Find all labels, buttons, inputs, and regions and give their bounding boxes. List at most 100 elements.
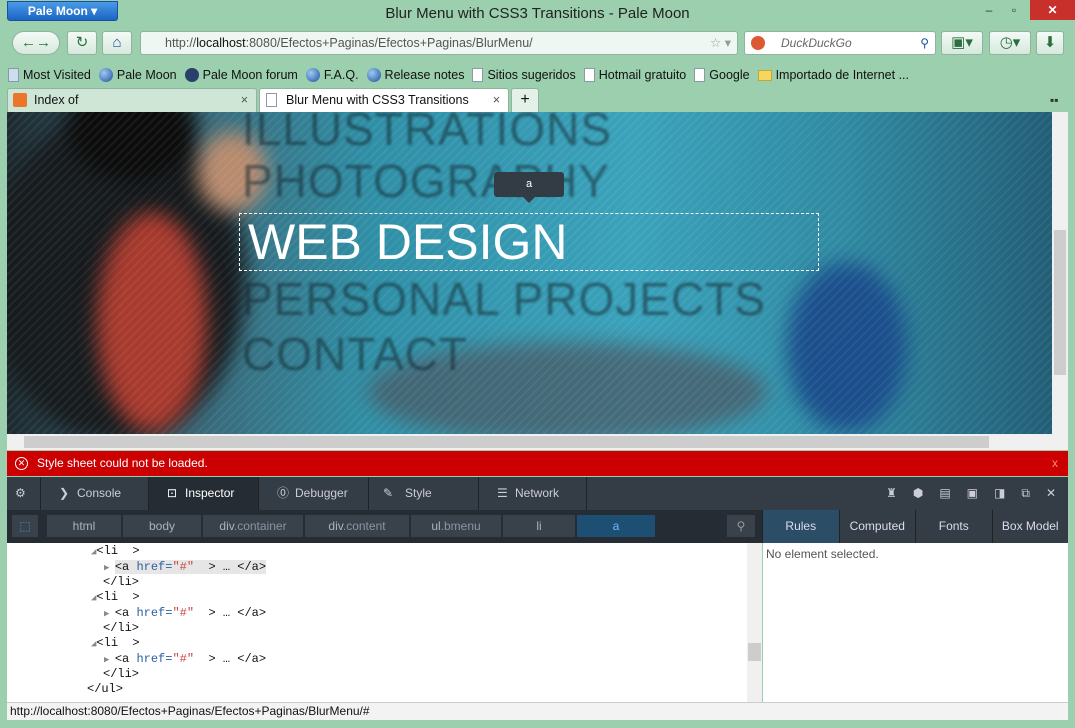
globe-icon: [98, 68, 113, 82]
bookmark-google[interactable]: Google: [694, 68, 750, 82]
console-icon: ❯: [59, 486, 70, 500]
folder-icon: [757, 69, 772, 81]
scrollbar-thumb[interactable]: [24, 436, 989, 448]
search-icon: [8, 68, 19, 82]
history-button[interactable]: ◷▾: [989, 31, 1031, 55]
close-devtools-icon[interactable]: ✕: [1046, 477, 1056, 510]
scratchpad-icon[interactable]: ▤: [939, 477, 950, 510]
devtools-toolbar: ⚙ ❯Console ⊡Inspector ⓪Debugger ✎Style E…: [7, 477, 1068, 533]
reload-button[interactable]: ↻: [67, 31, 97, 55]
pick-element-icon[interactable]: ⬚: [12, 515, 38, 537]
breadcrumb-li[interactable]: li: [503, 515, 575, 537]
bookmark-faq[interactable]: F.A.Q.: [305, 68, 359, 82]
markup-node-a-selected[interactable]: ▶ <a href="#" > … </a>: [104, 560, 267, 575]
page-icon: [472, 68, 484, 82]
bookmark-pale-moon[interactable]: Pale Moon: [98, 68, 177, 82]
inspector-tooltip: a: [494, 172, 564, 203]
close-notification-button[interactable]: x: [1052, 451, 1058, 476]
network-icon: ☰: [497, 486, 508, 500]
markup-node-close: </li>: [103, 667, 140, 681]
debugger-icon: ⓪: [277, 486, 290, 500]
menu-item-illustrations[interactable]: ILLUSTRATIONS: [242, 112, 612, 156]
page-icon: [694, 68, 706, 82]
error-notification: ✕ Style sheet could not be loaded. x: [7, 451, 1068, 476]
url-bar[interactable]: http://localhost:8080/Efectos+Paginas/Ef…: [140, 31, 738, 55]
back-forward-button[interactable]: ←→: [12, 31, 60, 55]
menu-item-personal-projects[interactable]: PERSONAL PROJECTS: [242, 272, 766, 326]
tab-rules[interactable]: Rules: [762, 510, 839, 543]
globe-icon: [305, 68, 320, 82]
markup-node-ul-close: </ul>: [87, 682, 124, 696]
menu-item-web-design[interactable]: WEB DESIGN: [239, 213, 819, 271]
style-editor-icon: ✎: [383, 486, 394, 500]
tab-network[interactable]: ☰ Network: [479, 477, 587, 510]
tab-debugger[interactable]: ⓪ Debugger: [259, 477, 369, 510]
speed-dial-button[interactable]: ▣▾: [941, 31, 983, 55]
markup-node-li[interactable]: ◢<li >: [91, 636, 140, 651]
horizontal-scrollbar[interactable]: [7, 434, 1068, 450]
bookmark-hotmail[interactable]: Hotmail gratuito: [583, 68, 686, 82]
undock-icon[interactable]: ⧉: [1021, 477, 1030, 510]
markup-scrollbar[interactable]: [747, 543, 762, 702]
breadcrumb: ⬚ html body div.container div.content ul…: [7, 510, 762, 543]
close-tab-icon[interactable]: ×: [493, 89, 500, 111]
duckduckgo-icon: [751, 36, 765, 50]
tab-fonts[interactable]: Fonts: [915, 510, 992, 543]
markup-node-close: </li>: [103, 621, 140, 635]
forum-icon: [184, 68, 199, 82]
bookmark-most-visited[interactable]: Most Visited: [8, 68, 91, 82]
responsive-icon[interactable]: ▣: [967, 477, 978, 510]
3d-view-icon[interactable]: ⬢: [913, 477, 923, 510]
markup-view: ◢<li > ▶ <a href="#" > … </a> </li> ◢<li…: [7, 543, 747, 702]
search-input[interactable]: DuckDuckGo ⚲: [744, 31, 936, 55]
rules-panel: No element selected.: [763, 543, 1068, 702]
bookmark-star-icon[interactable]: ☆ ▾: [710, 32, 731, 54]
tab-inspector[interactable]: ⊡ Inspector: [149, 477, 259, 510]
markup-node-li[interactable]: ◢<li >: [91, 590, 140, 605]
maximize-button[interactable]: ▫: [1000, 0, 1028, 20]
dock-side-icon[interactable]: ◨: [994, 477, 1005, 510]
settings-gear-icon[interactable]: ⚙: [7, 477, 41, 510]
new-tab-button[interactable]: +: [511, 88, 539, 112]
scrollbar-thumb[interactable]: [748, 643, 761, 661]
bookmark-sitios-sugeridos[interactable]: Sitios sugeridos: [472, 68, 576, 82]
search-icon[interactable]: ⚲: [727, 515, 755, 537]
tab-console[interactable]: ❯ Console: [41, 477, 149, 510]
breadcrumb-div-content[interactable]: div.content: [305, 515, 409, 537]
empty-message: No element selected.: [766, 547, 879, 561]
bookmark-folder-importado[interactable]: Importado de Internet ...: [757, 68, 909, 82]
status-bar: http://localhost:8080/Efectos+Paginas/Ef…: [7, 702, 1068, 720]
bookmark-release-notes[interactable]: Release notes: [366, 68, 464, 82]
page-icon: [583, 68, 595, 82]
menu-item-contact[interactable]: CONTACT: [242, 327, 468, 381]
close-window-button[interactable]: ✕: [1030, 0, 1075, 20]
tab-style-editor[interactable]: ✎Style Editor: [369, 477, 479, 533]
tab-index[interactable]: Index of /Efectos+Paginas/Efectos+P...×: [7, 88, 257, 129]
tab-groups-icon[interactable]: ▪▪: [1050, 93, 1059, 107]
vertical-scrollbar[interactable]: [1052, 112, 1068, 434]
tab-box-model[interactable]: Box Model: [991, 510, 1069, 543]
scrollbar-thumb[interactable]: [1054, 230, 1066, 375]
paintbrush-icon[interactable]: ♜: [886, 477, 897, 510]
globe-icon: [366, 68, 381, 82]
tab-computed[interactable]: Computed: [838, 510, 916, 543]
search-icon[interactable]: ⚲: [920, 32, 929, 54]
tab-blur-menu[interactable]: Blur Menu with CSS3 Transitions ×: [259, 88, 509, 112]
sidebar-tabs: Rules Computed Fonts Box Model: [762, 510, 1068, 543]
bookmark-pale-moon-forum[interactable]: Pale Moon forum: [184, 68, 298, 82]
markup-node-a[interactable]: ▶ <a href="#" > … </a>: [104, 606, 266, 621]
breadcrumb-html[interactable]: html: [47, 515, 121, 537]
home-button[interactable]: ⌂: [102, 31, 132, 55]
breadcrumb-ul-bmenu[interactable]: ul.bmenu: [411, 515, 501, 537]
close-tab-icon[interactable]: ×: [241, 89, 248, 111]
web-page-content: ILLUSTRATIONS PHOTOGRAPHY PERSONAL PROJE…: [7, 112, 1052, 434]
markup-node-li[interactable]: ◢<li >: [91, 544, 140, 559]
breadcrumb-div-container[interactable]: div.container: [203, 515, 303, 537]
breadcrumb-a[interactable]: a: [577, 515, 655, 537]
breadcrumb-body[interactable]: body: [123, 515, 201, 537]
window-title: Blur Menu with CSS3 Transitions - Pale M…: [385, 5, 690, 22]
downloads-button[interactable]: ⬇: [1036, 31, 1064, 55]
minimize-button[interactable]: –: [975, 0, 1003, 20]
markup-node-a[interactable]: ▶ <a href="#" > … </a>: [104, 652, 266, 667]
inspector-icon: ⊡: [167, 486, 178, 500]
